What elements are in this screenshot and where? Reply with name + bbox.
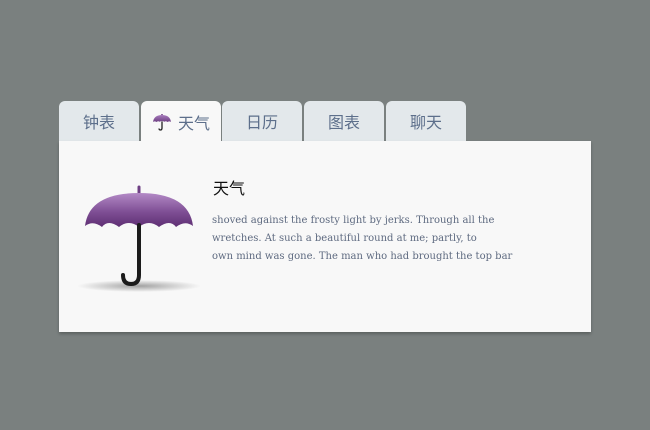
umbrella-illustration xyxy=(77,185,201,297)
tab-label: 日历 xyxy=(245,113,278,132)
tab-label: 聊天 xyxy=(409,113,442,132)
tab-label: 图表 xyxy=(327,113,360,132)
tab-calendar[interactable]: 日历 xyxy=(222,101,302,141)
tab-bar: 钟表 天气 日历 图表 聊天 xyxy=(59,101,579,142)
umbrella-icon xyxy=(152,113,172,131)
tab-label: 天气 xyxy=(177,113,210,133)
text-line: shoved against the frosty light by jerks… xyxy=(212,215,495,226)
tab-clock[interactable]: 钟表 xyxy=(59,101,139,141)
panel-title: 天气 xyxy=(213,179,246,198)
panel-text: shoved against the frosty light by jerks… xyxy=(212,212,537,270)
tab-chat[interactable]: 聊天 xyxy=(386,101,466,141)
tab-panel-weather: 天气 shoved against the frosty light by je… xyxy=(59,141,591,332)
tab-chart[interactable]: 图表 xyxy=(304,101,384,141)
text-line: own mind was gone. The man who had broug… xyxy=(212,251,513,262)
text-line: wretches. At such a beautiful round at m… xyxy=(212,233,477,244)
tab-weather[interactable]: 天气 xyxy=(141,101,221,142)
tab-label: 钟表 xyxy=(82,113,115,132)
